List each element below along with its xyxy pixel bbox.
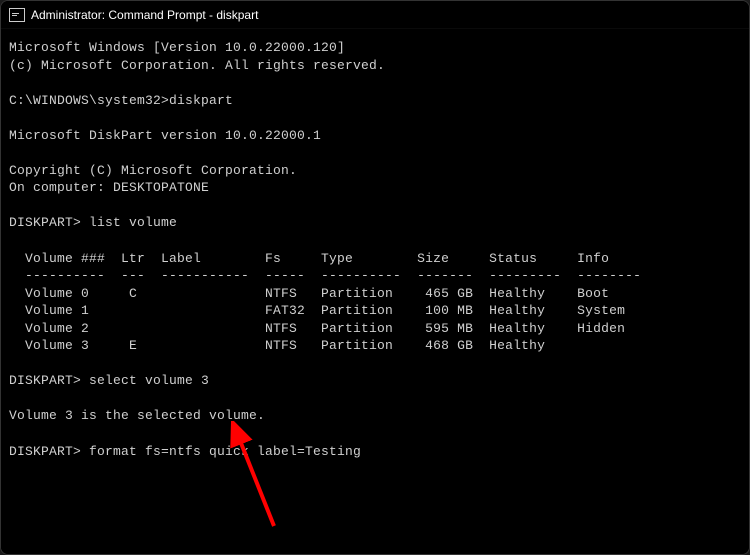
- table-row: Volume 3 E NTFS Partition 468 GB Healthy: [9, 338, 545, 353]
- output-line: Copyright (C) Microsoft Corporation.: [9, 163, 297, 178]
- terminal-output[interactable]: Microsoft Windows [Version 10.0.22000.12…: [1, 29, 749, 554]
- window-title: Administrator: Command Prompt - diskpart: [31, 8, 258, 22]
- output-line: (c) Microsoft Corporation. All rights re…: [9, 58, 385, 73]
- table-row: Volume 0 C NTFS Partition 465 GB Healthy…: [9, 286, 609, 301]
- command-line: DISKPART> list volume: [9, 215, 177, 230]
- output-line: Microsoft DiskPart version 10.0.22000.1: [9, 128, 321, 143]
- command-line: DISKPART> format fs=ntfs quick label=Tes…: [9, 444, 361, 459]
- table-header: Volume ### Ltr Label Fs Type Size Status…: [9, 251, 609, 266]
- command-prompt-window: Administrator: Command Prompt - diskpart…: [0, 0, 750, 555]
- output-line: On computer: DESKTOPATONE: [9, 180, 209, 195]
- command-line: DISKPART> select volume 3: [9, 373, 209, 388]
- command-line: C:\WINDOWS\system32>diskpart: [9, 93, 233, 108]
- table-row: Volume 2 NTFS Partition 595 MB Healthy H…: [9, 321, 625, 336]
- arrow-annotation-icon: [219, 421, 289, 531]
- table-divider: ---------- --- ----------- ----- -------…: [9, 268, 641, 283]
- table-row: Volume 1 FAT32 Partition 100 MB Healthy …: [9, 303, 625, 318]
- output-line: Volume 3 is the selected volume.: [9, 408, 265, 423]
- title-bar[interactable]: Administrator: Command Prompt - diskpart: [1, 1, 749, 29]
- output-line: Microsoft Windows [Version 10.0.22000.12…: [9, 40, 345, 55]
- cmd-icon: [9, 8, 25, 22]
